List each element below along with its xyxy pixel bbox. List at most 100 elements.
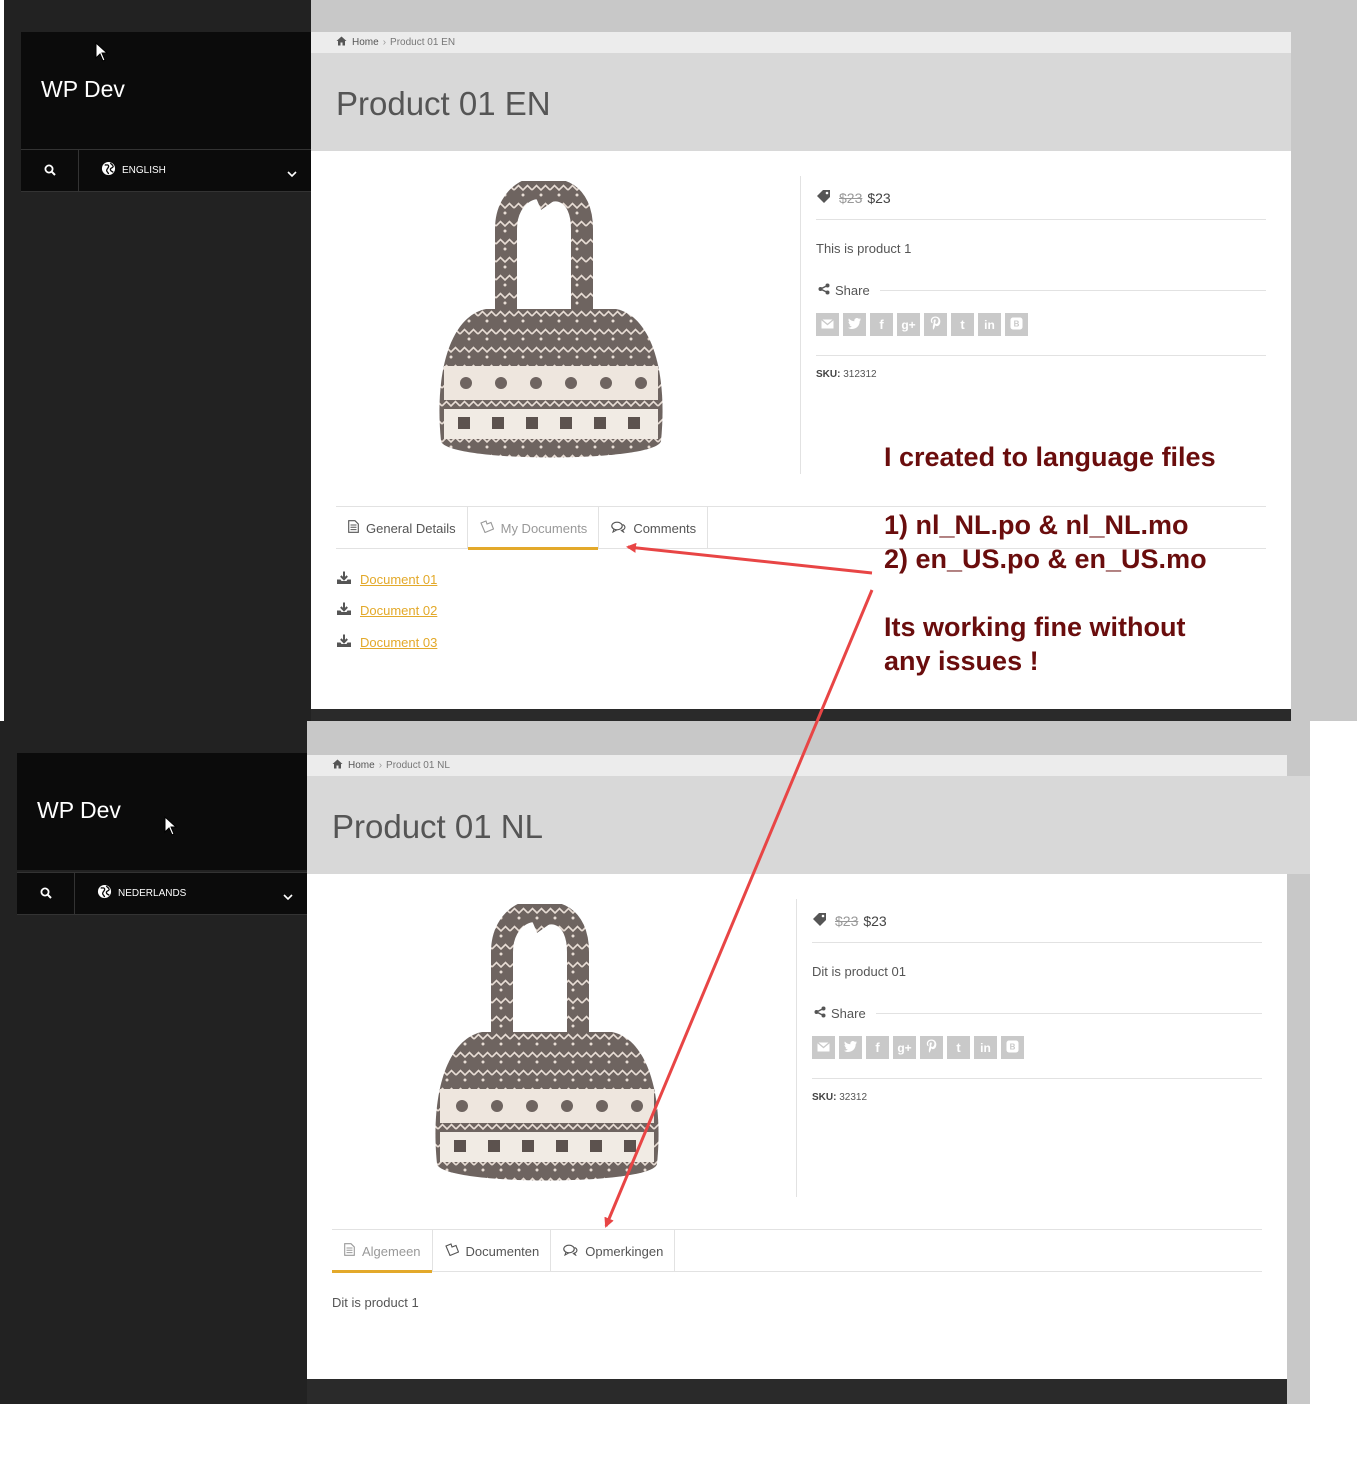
tumblr-share-button[interactable]: t bbox=[947, 1036, 970, 1059]
download-icon bbox=[336, 602, 352, 619]
sidebar-toolbar: ENGLISH bbox=[21, 149, 311, 192]
price-row: $23 $23 bbox=[812, 912, 887, 929]
comments-icon bbox=[611, 521, 626, 536]
home-icon bbox=[332, 759, 343, 772]
documents-icon bbox=[479, 520, 494, 536]
twitter-share-button[interactable] bbox=[839, 1036, 862, 1059]
google-plus-share-button[interactable]: g+ bbox=[893, 1036, 916, 1059]
pinterest-share-button[interactable] bbox=[924, 313, 947, 336]
annotation-spacer bbox=[884, 576, 1324, 610]
sku-label: SKU: bbox=[812, 1092, 837, 1103]
svg-text:B: B bbox=[1010, 1042, 1016, 1051]
email-share-button[interactable] bbox=[816, 313, 839, 336]
email-icon bbox=[821, 317, 834, 332]
breadcrumb-home-link[interactable]: Home bbox=[348, 760, 375, 771]
short-description: This is product 1 bbox=[816, 241, 912, 256]
language-selector[interactable]: NEDERLANDS bbox=[75, 873, 307, 914]
sku: SKU: 32312 bbox=[812, 1092, 867, 1103]
share-divider bbox=[875, 1013, 1262, 1014]
document-link[interactable]: Document 01 bbox=[360, 572, 437, 587]
search-icon bbox=[40, 884, 52, 903]
blogger-share-button[interactable]: B bbox=[1001, 1036, 1024, 1059]
bag-illustration bbox=[435, 900, 659, 1181]
annotation-line: I created to language files bbox=[884, 442, 1216, 472]
globe-icon bbox=[101, 161, 116, 180]
site-title[interactable]: WP Dev bbox=[37, 797, 121, 824]
globe-icon bbox=[97, 884, 112, 903]
download-icon bbox=[336, 634, 352, 651]
pinterest-share-button[interactable] bbox=[920, 1036, 943, 1059]
sidebar-toolbar: NEDERLANDS bbox=[17, 872, 307, 915]
annotation-spacer bbox=[884, 474, 1324, 508]
tab-label: Comments bbox=[633, 520, 697, 536]
product-image[interactable] bbox=[406, 177, 696, 471]
breadcrumb-current: Product 01 EN bbox=[390, 37, 456, 48]
product-image[interactable] bbox=[402, 900, 692, 1194]
tab-my-documents[interactable]: My Documents bbox=[467, 507, 600, 550]
twitter-share-button[interactable] bbox=[843, 313, 866, 336]
document-link[interactable]: Document 02 bbox=[360, 603, 437, 618]
tab-comments[interactable]: Comments bbox=[599, 507, 709, 549]
site-title[interactable]: WP Dev bbox=[41, 76, 125, 103]
svg-text:B: B bbox=[1014, 319, 1020, 328]
tab-general-details[interactable]: General Details bbox=[336, 507, 468, 549]
title-bar: Product 01 NL bbox=[307, 776, 1310, 874]
tumblr-icon: t bbox=[960, 317, 965, 332]
top-bar bbox=[307, 721, 1310, 755]
annotation-line: 2) en_US.po & en_US.mo bbox=[884, 544, 1207, 574]
language-label: ENGLISH bbox=[122, 165, 166, 176]
document-item: Document 02 bbox=[336, 602, 437, 619]
divider bbox=[812, 942, 1262, 943]
download-icon bbox=[336, 571, 352, 588]
search-button[interactable] bbox=[21, 150, 79, 191]
tumblr-share-button[interactable]: t bbox=[951, 313, 974, 336]
sidebar: WP Dev ENGLISH bbox=[4, 0, 311, 721]
document-item: Document 01 bbox=[336, 571, 437, 588]
footer bbox=[307, 1379, 1287, 1404]
search-button[interactable] bbox=[17, 873, 75, 914]
linkedin-share-button[interactable]: in bbox=[974, 1036, 997, 1059]
tab-general[interactable]: Algemeen bbox=[332, 1230, 433, 1273]
linkedin-share-button[interactable]: in bbox=[978, 313, 1001, 336]
tab-label: My Documents bbox=[500, 520, 588, 536]
blogger-share-button[interactable]: B bbox=[1005, 313, 1028, 336]
pinterest-icon bbox=[930, 316, 941, 333]
document-link[interactable]: Document 03 bbox=[360, 635, 437, 650]
title-bar: Product 01 EN bbox=[311, 53, 1291, 151]
annotation-note: I created to language files 1) nl_NL.po … bbox=[884, 440, 1324, 678]
blogger-icon: B bbox=[1006, 1040, 1019, 1056]
share-icon bbox=[814, 1006, 826, 1021]
share-label: Share bbox=[831, 1006, 866, 1021]
language-selector[interactable]: ENGLISH bbox=[79, 150, 311, 191]
sku-value: 32312 bbox=[839, 1092, 868, 1103]
facebook-share-button[interactable]: f bbox=[866, 1036, 889, 1059]
email-share-button[interactable] bbox=[812, 1036, 835, 1059]
share-divider bbox=[879, 290, 1266, 291]
twitter-icon bbox=[848, 317, 861, 332]
social-share-buttons: f g+ t in B bbox=[816, 313, 1028, 336]
facebook-share-button[interactable]: f bbox=[870, 313, 893, 336]
right-gutter bbox=[1287, 914, 1310, 1404]
google-plus-share-button[interactable]: g+ bbox=[897, 313, 920, 336]
price-row: $23 $23 bbox=[816, 189, 891, 206]
price-tag-icon bbox=[816, 189, 831, 206]
tab-content: Dit is product 1 bbox=[332, 1295, 419, 1310]
price-tag-icon bbox=[812, 912, 827, 929]
brand-box: WP Dev bbox=[21, 32, 311, 149]
divider bbox=[812, 1078, 1262, 1079]
tab-comments[interactable]: Opmerkingen bbox=[551, 1230, 676, 1272]
tab-label: General Details bbox=[366, 520, 456, 536]
page-title: Product 01 EN bbox=[336, 85, 551, 122]
composite-screenshot: WP Dev ENGLISH Home › Product 01 EN Prod… bbox=[0, 0, 1357, 1461]
google-plus-icon: g+ bbox=[897, 1040, 912, 1055]
blogger-icon: B bbox=[1010, 317, 1023, 333]
chevron-right-icon: › bbox=[378, 760, 383, 771]
product-content: $23 $23 Dit is product 01 Share f g+ t i… bbox=[307, 874, 1287, 1379]
brand-box: WP Dev bbox=[17, 753, 307, 870]
breadcrumb-home-link[interactable]: Home bbox=[352, 37, 379, 48]
sale-price: $23 bbox=[863, 912, 887, 929]
share-heading: Share bbox=[818, 283, 1266, 298]
short-description: Dit is product 01 bbox=[812, 964, 906, 979]
tab-documents[interactable]: Documenten bbox=[433, 1230, 552, 1272]
breadcrumb: Home › Product 01 EN bbox=[311, 32, 1291, 53]
